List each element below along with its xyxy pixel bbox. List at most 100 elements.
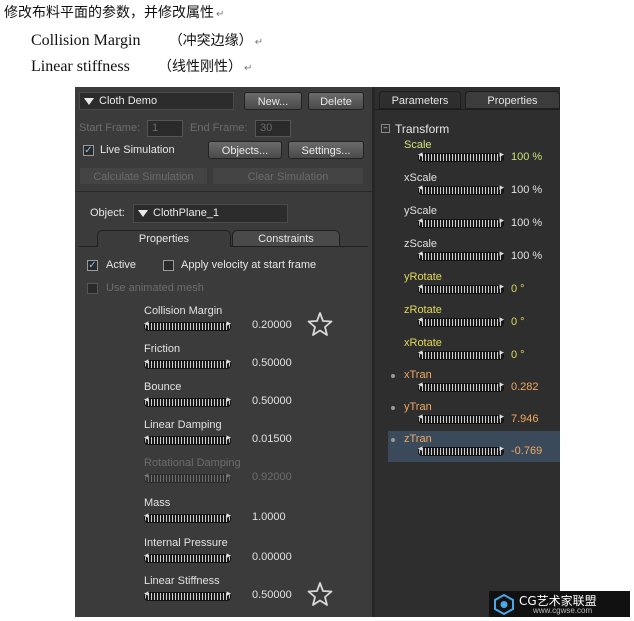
param-slider[interactable] [144,471,231,483]
param-value[interactable]: 0.50000 [252,589,292,601]
cloth-dropdown[interactable]: Cloth Demo [79,92,234,110]
collision-margin-term: Collision Margin [31,32,141,49]
transform-slider[interactable] [418,412,504,424]
tab-baseline [375,109,560,110]
collision-margin-translation: （冲突边缘） [168,33,253,49]
transform-value[interactable]: 0.282 [511,381,539,393]
param-slider[interactable] [144,357,231,369]
return-mark: ↵ [254,37,264,48]
object-dropdown-value: ClothPlane_1 [153,207,220,219]
param-value[interactable]: 0.01500 [252,433,292,445]
watermark: CG艺术家联盟 www.cgwse.com [489,591,630,617]
param-label: Friction [144,343,181,355]
param-label: Rotational Damping [144,457,241,469]
cloth-dropdown-label: Cloth Demo [99,95,158,107]
linear-stiffness-term: Linear stiffness [31,58,130,75]
new-button[interactable]: New... [244,92,302,110]
param-value[interactable]: 0.00000 [252,551,292,563]
param-label: Mass [144,497,171,509]
param-slider[interactable] [144,319,231,331]
instruction-line: 修改布料平面的参数，并修改属性 ↵ [4,2,224,22]
param-slider[interactable] [144,511,231,523]
linear-stiffness-line: Linear stiffness （线性刚性） ↵ [31,56,252,76]
param-label: Linear Stiffness [144,575,220,587]
transform-value[interactable]: 100 % [511,250,542,262]
return-mark: ↵ [216,9,225,20]
apply-velocity-label: Apply velocity at start frame [181,259,317,271]
transform-slider[interactable] [418,444,504,456]
cloth-settings-screenshot: Cloth Demo New... Delete Start Frame: 1 … [75,87,560,617]
collision-margin-line: Collision Margin （冲突边缘） ↵ [31,30,263,50]
instruction-text: 修改布料平面的参数，并修改属性 [4,5,214,21]
start-frame-input[interactable]: 1 [147,120,183,137]
parameters-panel: Parameters Properties – Transform Scale1… [375,87,560,617]
end-frame-input[interactable]: 30 [255,120,291,137]
divider [75,191,372,192]
delete-button[interactable]: Delete [308,92,364,110]
transform-value[interactable]: 100 % [511,151,542,163]
star-icon [307,311,333,337]
use-animated-mesh-label: Use animated mesh [106,282,204,294]
keyframe-dot-icon [391,374,395,378]
transform-value[interactable]: 0 ° [511,316,525,328]
end-frame-label: End Frame: [190,122,248,134]
param-value[interactable]: 1.0000 [252,511,286,523]
active-label: Active [106,259,136,271]
active-checkbox[interactable]: ✓ [87,260,98,271]
collapse-icon: – [383,123,388,133]
tab-constraints[interactable]: Constraints [232,230,340,247]
transform-slider[interactable] [418,380,504,392]
objects-button[interactable]: Objects... [208,141,282,159]
transform-section-title: Transform [395,122,450,136]
param-label: Bounce [144,381,182,393]
param-value[interactable]: 0.20000 [252,319,292,331]
linear-stiffness-translation: （线性刚性） [157,59,242,75]
tab-parameters[interactable]: Parameters [379,91,461,109]
start-frame-label: Start Frame: [79,122,141,134]
apply-velocity-checkbox[interactable] [163,260,174,271]
param-label: Collision Margin [144,305,223,317]
param-label: Internal Pressure [144,537,228,549]
param-label: Linear Damping [144,419,222,431]
object-label: Object: [90,207,125,219]
transform-slider[interactable] [418,315,504,327]
transform-slider[interactable] [418,216,504,228]
transform-slider[interactable] [418,150,504,162]
return-mark: ↵ [243,63,253,74]
param-value[interactable]: 0.50000 [252,357,292,369]
clear-simulation-button[interactable]: Clear Simulation [212,167,364,185]
tab-properties[interactable]: Properties [97,230,231,247]
transform-value[interactable]: 100 % [511,217,542,229]
transform-slider[interactable] [418,348,504,360]
param-value[interactable]: 0.92000 [252,471,292,483]
param-slider[interactable] [144,433,231,445]
transform-value[interactable]: 100 % [511,184,542,196]
transform-value[interactable]: 0 ° [511,349,525,361]
keyframe-dot-icon [391,406,395,410]
live-simulation-checkbox[interactable]: ✓ [83,145,94,156]
transform-slider[interactable] [418,183,504,195]
watermark-url: www.cgwse.com [533,606,593,615]
transform-value[interactable]: -0.769 [511,445,542,457]
use-animated-mesh-checkbox[interactable] [87,283,98,294]
keyframe-dot-icon [391,438,395,442]
param-value[interactable]: 0.50000 [252,395,292,407]
param-slider[interactable] [144,551,231,563]
transform-slider[interactable] [418,282,504,294]
transform-slider[interactable] [418,249,504,261]
live-simulation-label: Live Simulation [100,144,175,156]
calculate-simulation-button[interactable]: Calculate Simulation [79,167,208,185]
param-slider[interactable] [144,395,231,407]
object-dropdown[interactable]: ClothPlane_1 [133,204,288,223]
cloth-panel: Cloth Demo New... Delete Start Frame: 1 … [75,87,372,617]
transform-value[interactable]: 7.946 [511,413,539,425]
tab-properties-right[interactable]: Properties [465,91,560,109]
param-slider[interactable] [144,589,231,601]
chevron-down-icon [84,97,94,105]
star-icon [307,581,333,607]
settings-button[interactable]: Settings... [288,141,364,159]
transform-value[interactable]: 0 ° [511,283,525,295]
transform-toggle[interactable]: – [381,124,390,133]
tab-baseline [79,246,97,247]
